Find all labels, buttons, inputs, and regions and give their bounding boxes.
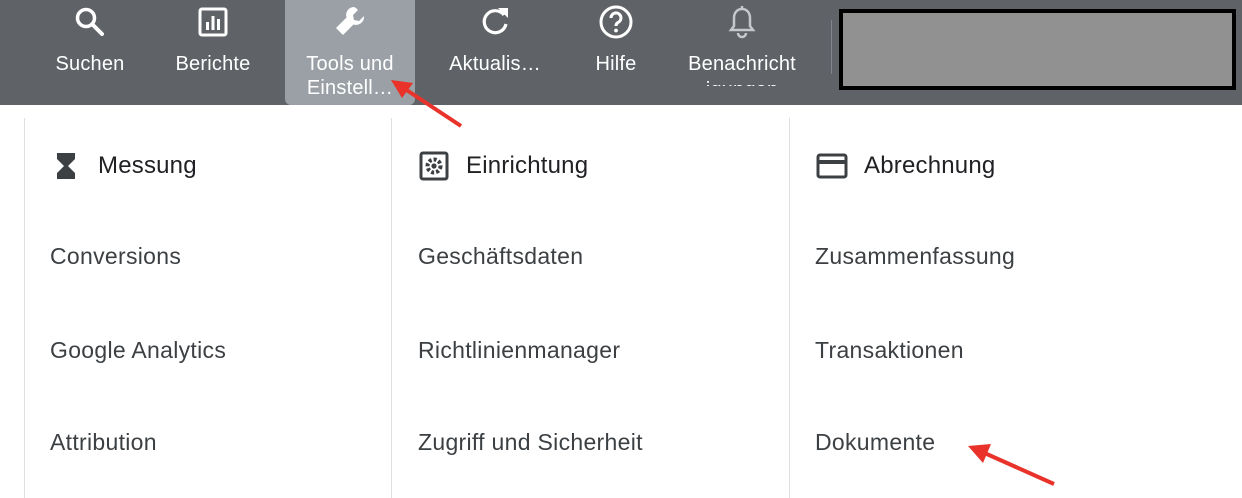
credit-card-icon: [816, 150, 848, 182]
menu-item-attribution[interactable]: Attribution: [50, 427, 157, 457]
toolbar-divider: [831, 20, 832, 74]
section-heading-billing: Abrechnung: [816, 146, 995, 186]
section-heading-measurement: Messung: [50, 146, 197, 186]
tools-label-line2: Einstell…: [306, 77, 394, 99]
annotation-arrow-documents: [968, 444, 1055, 486]
tools-settings-button[interactable]: Tools und Einstell…: [285, 0, 415, 105]
account-info-redacted[interactable]: [839, 9, 1236, 90]
refresh-button[interactable]: Aktualis…: [440, 0, 550, 105]
menu-item-transactions[interactable]: Transaktionen: [815, 335, 964, 365]
top-toolbar: Suchen Berichte Tools und Einstell… Aktu…: [0, 0, 1242, 105]
menu-item-google-analytics[interactable]: Google Analytics: [50, 335, 226, 365]
search-icon: [72, 4, 108, 40]
menu-item-business-data[interactable]: Geschäftsdaten: [418, 241, 583, 271]
help-label: Hilfe: [595, 53, 637, 75]
menu-item-access-security[interactable]: Zugriff und Sicherheit: [418, 427, 643, 457]
notifications-label: Benachricht igungen: [677, 51, 807, 86]
section-heading-setup: Einrichtung: [418, 146, 588, 186]
bell-icon: [724, 4, 760, 40]
menu-item-summary[interactable]: Zusammenfassung: [815, 241, 1015, 271]
section-heading-label: Einrichtung: [466, 152, 589, 179]
tools-settings-label: Tools und Einstell…: [285, 51, 415, 101]
notifications-label-line1: Benachricht: [688, 53, 796, 75]
reports-label: Berichte: [175, 53, 251, 75]
search-label: Suchen: [55, 53, 125, 75]
wrench-icon: [332, 4, 368, 40]
refresh-label: Aktualis…: [449, 53, 541, 75]
notifications-button[interactable]: Benachricht igungen: [677, 0, 807, 86]
column-divider-2: [789, 118, 790, 498]
search-button[interactable]: Suchen: [40, 0, 140, 105]
menu-item-conversions[interactable]: Conversions: [50, 241, 181, 271]
notifications-label-line2: igungen: [677, 77, 807, 86]
menu-left-border: [24, 118, 25, 498]
column-divider-1: [391, 118, 392, 498]
reports-icon: [195, 4, 231, 40]
reports-button[interactable]: Berichte: [163, 0, 263, 105]
tools-label-line1: Tools und: [306, 53, 394, 75]
hourglass-icon: [50, 150, 82, 182]
refresh-icon: [477, 4, 513, 40]
section-heading-label: Abrechnung: [864, 152, 996, 179]
settings-box-icon: [418, 150, 450, 182]
help-button[interactable]: Hilfe: [566, 0, 666, 105]
menu-item-policy-manager[interactable]: Richtlinienmanager: [418, 335, 620, 365]
section-heading-label: Messung: [98, 152, 197, 179]
menu-item-documents[interactable]: Dokumente: [815, 427, 935, 457]
help-icon: [598, 4, 634, 40]
